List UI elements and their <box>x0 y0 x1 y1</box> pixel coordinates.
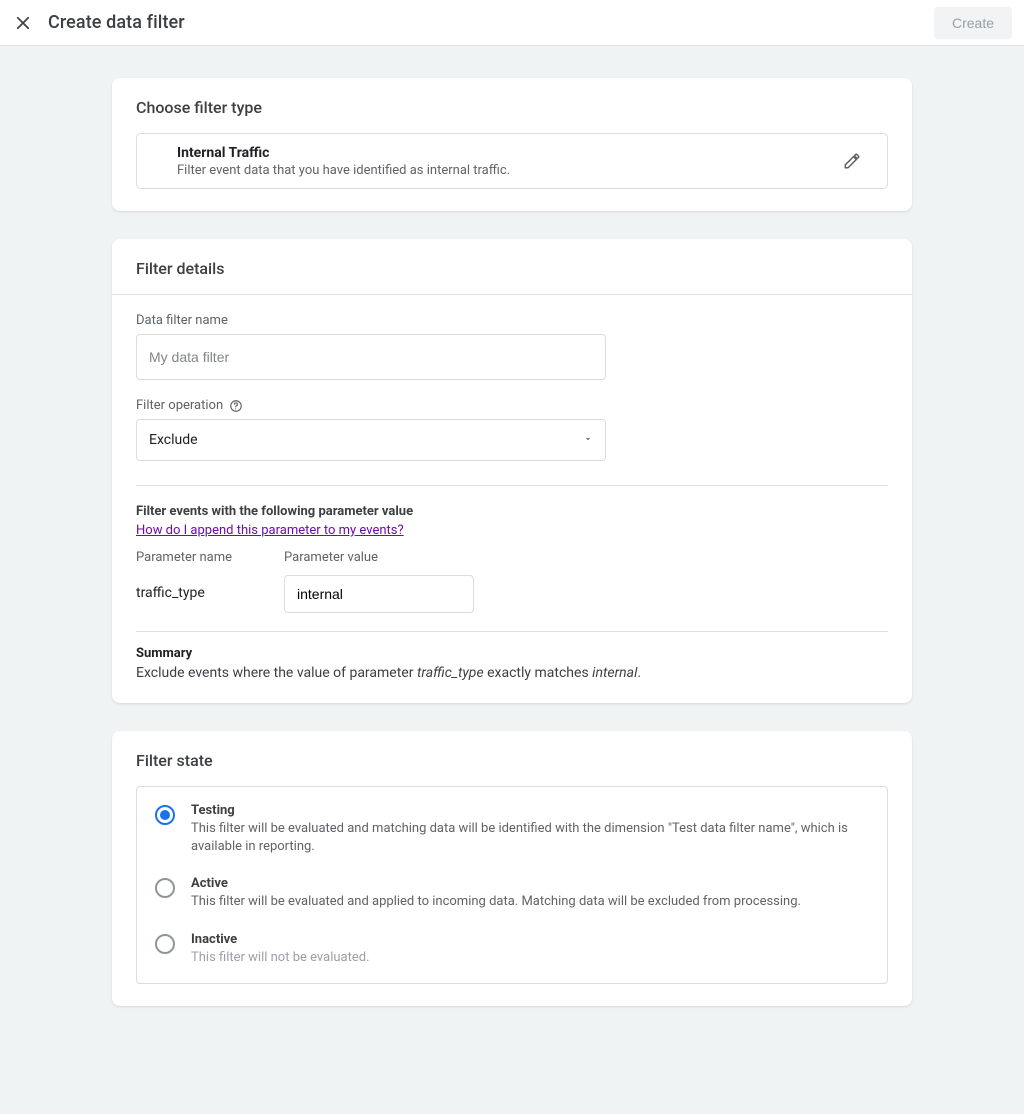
create-button[interactable]: Create <box>934 7 1012 39</box>
state-option-desc: This filter will be evaluated and matchi… <box>191 820 869 856</box>
chevron-down-icon <box>583 432 593 448</box>
filter-operation-select[interactable]: Exclude <box>136 419 606 461</box>
edit-filter-type-button[interactable] <box>835 144 869 178</box>
parameter-value-input[interactable] <box>284 575 474 613</box>
filter-operation-value: Exclude <box>149 432 198 448</box>
choose-filter-type-card: Choose filter type Internal Traffic Filt… <box>112 78 912 211</box>
filter-state-card: Filter state Testing This filter will be… <box>112 731 912 1006</box>
filter-details-card: Filter details Data filter name Filter o… <box>112 239 912 703</box>
pencil-icon <box>843 152 861 170</box>
filter-type-option[interactable]: Internal Traffic Filter event data that … <box>136 133 888 189</box>
state-option-desc: This filter will be evaluated and applie… <box>191 893 801 911</box>
filter-type-description: Filter event data that you have identifi… <box>177 163 510 178</box>
radio-button[interactable] <box>155 878 175 898</box>
state-option-title: Active <box>191 876 801 891</box>
filter-name-input[interactable] <box>136 334 606 380</box>
filter-details-title: Filter details <box>112 239 912 294</box>
choose-filter-type-title: Choose filter type <box>112 78 912 133</box>
filter-state-option-active[interactable]: Active This filter will be evaluated and… <box>137 866 887 921</box>
page-title: Create data filter <box>48 12 185 33</box>
radio-button[interactable] <box>155 805 175 825</box>
state-option-title: Testing <box>191 803 869 818</box>
close-button[interactable] <box>12 12 34 34</box>
filter-state-title: Filter state <box>112 731 912 786</box>
parameter-name-label: Parameter name <box>136 550 266 565</box>
parameter-section-title: Filter events with the following paramet… <box>136 504 888 519</box>
parameter-name-value: traffic_type <box>136 575 266 601</box>
filter-type-name: Internal Traffic <box>177 145 510 161</box>
dialog-header: Create data filter Create <box>0 0 1024 46</box>
filter-state-options: Testing This filter will be evaluated an… <box>136 786 888 984</box>
state-option-title: Inactive <box>191 932 370 947</box>
filter-type-text: Internal Traffic Filter event data that … <box>155 145 510 178</box>
filter-operation-label: Filter operation <box>136 398 888 413</box>
help-link[interactable]: How do I append this parameter to my eve… <box>136 523 404 538</box>
summary-title: Summary <box>136 646 888 661</box>
filter-name-label: Data filter name <box>136 313 888 328</box>
filter-state-option-testing[interactable]: Testing This filter will be evaluated an… <box>137 793 887 866</box>
radio-button[interactable] <box>155 934 175 954</box>
filter-state-option-inactive[interactable]: Inactive This filter will not be evaluat… <box>137 922 887 977</box>
close-icon <box>14 14 32 32</box>
parameter-value-label: Parameter value <box>284 550 474 565</box>
summary-text: Exclude events where the value of parame… <box>136 665 888 681</box>
help-icon[interactable] <box>229 399 243 413</box>
state-option-desc: This filter will not be evaluated. <box>191 949 370 967</box>
